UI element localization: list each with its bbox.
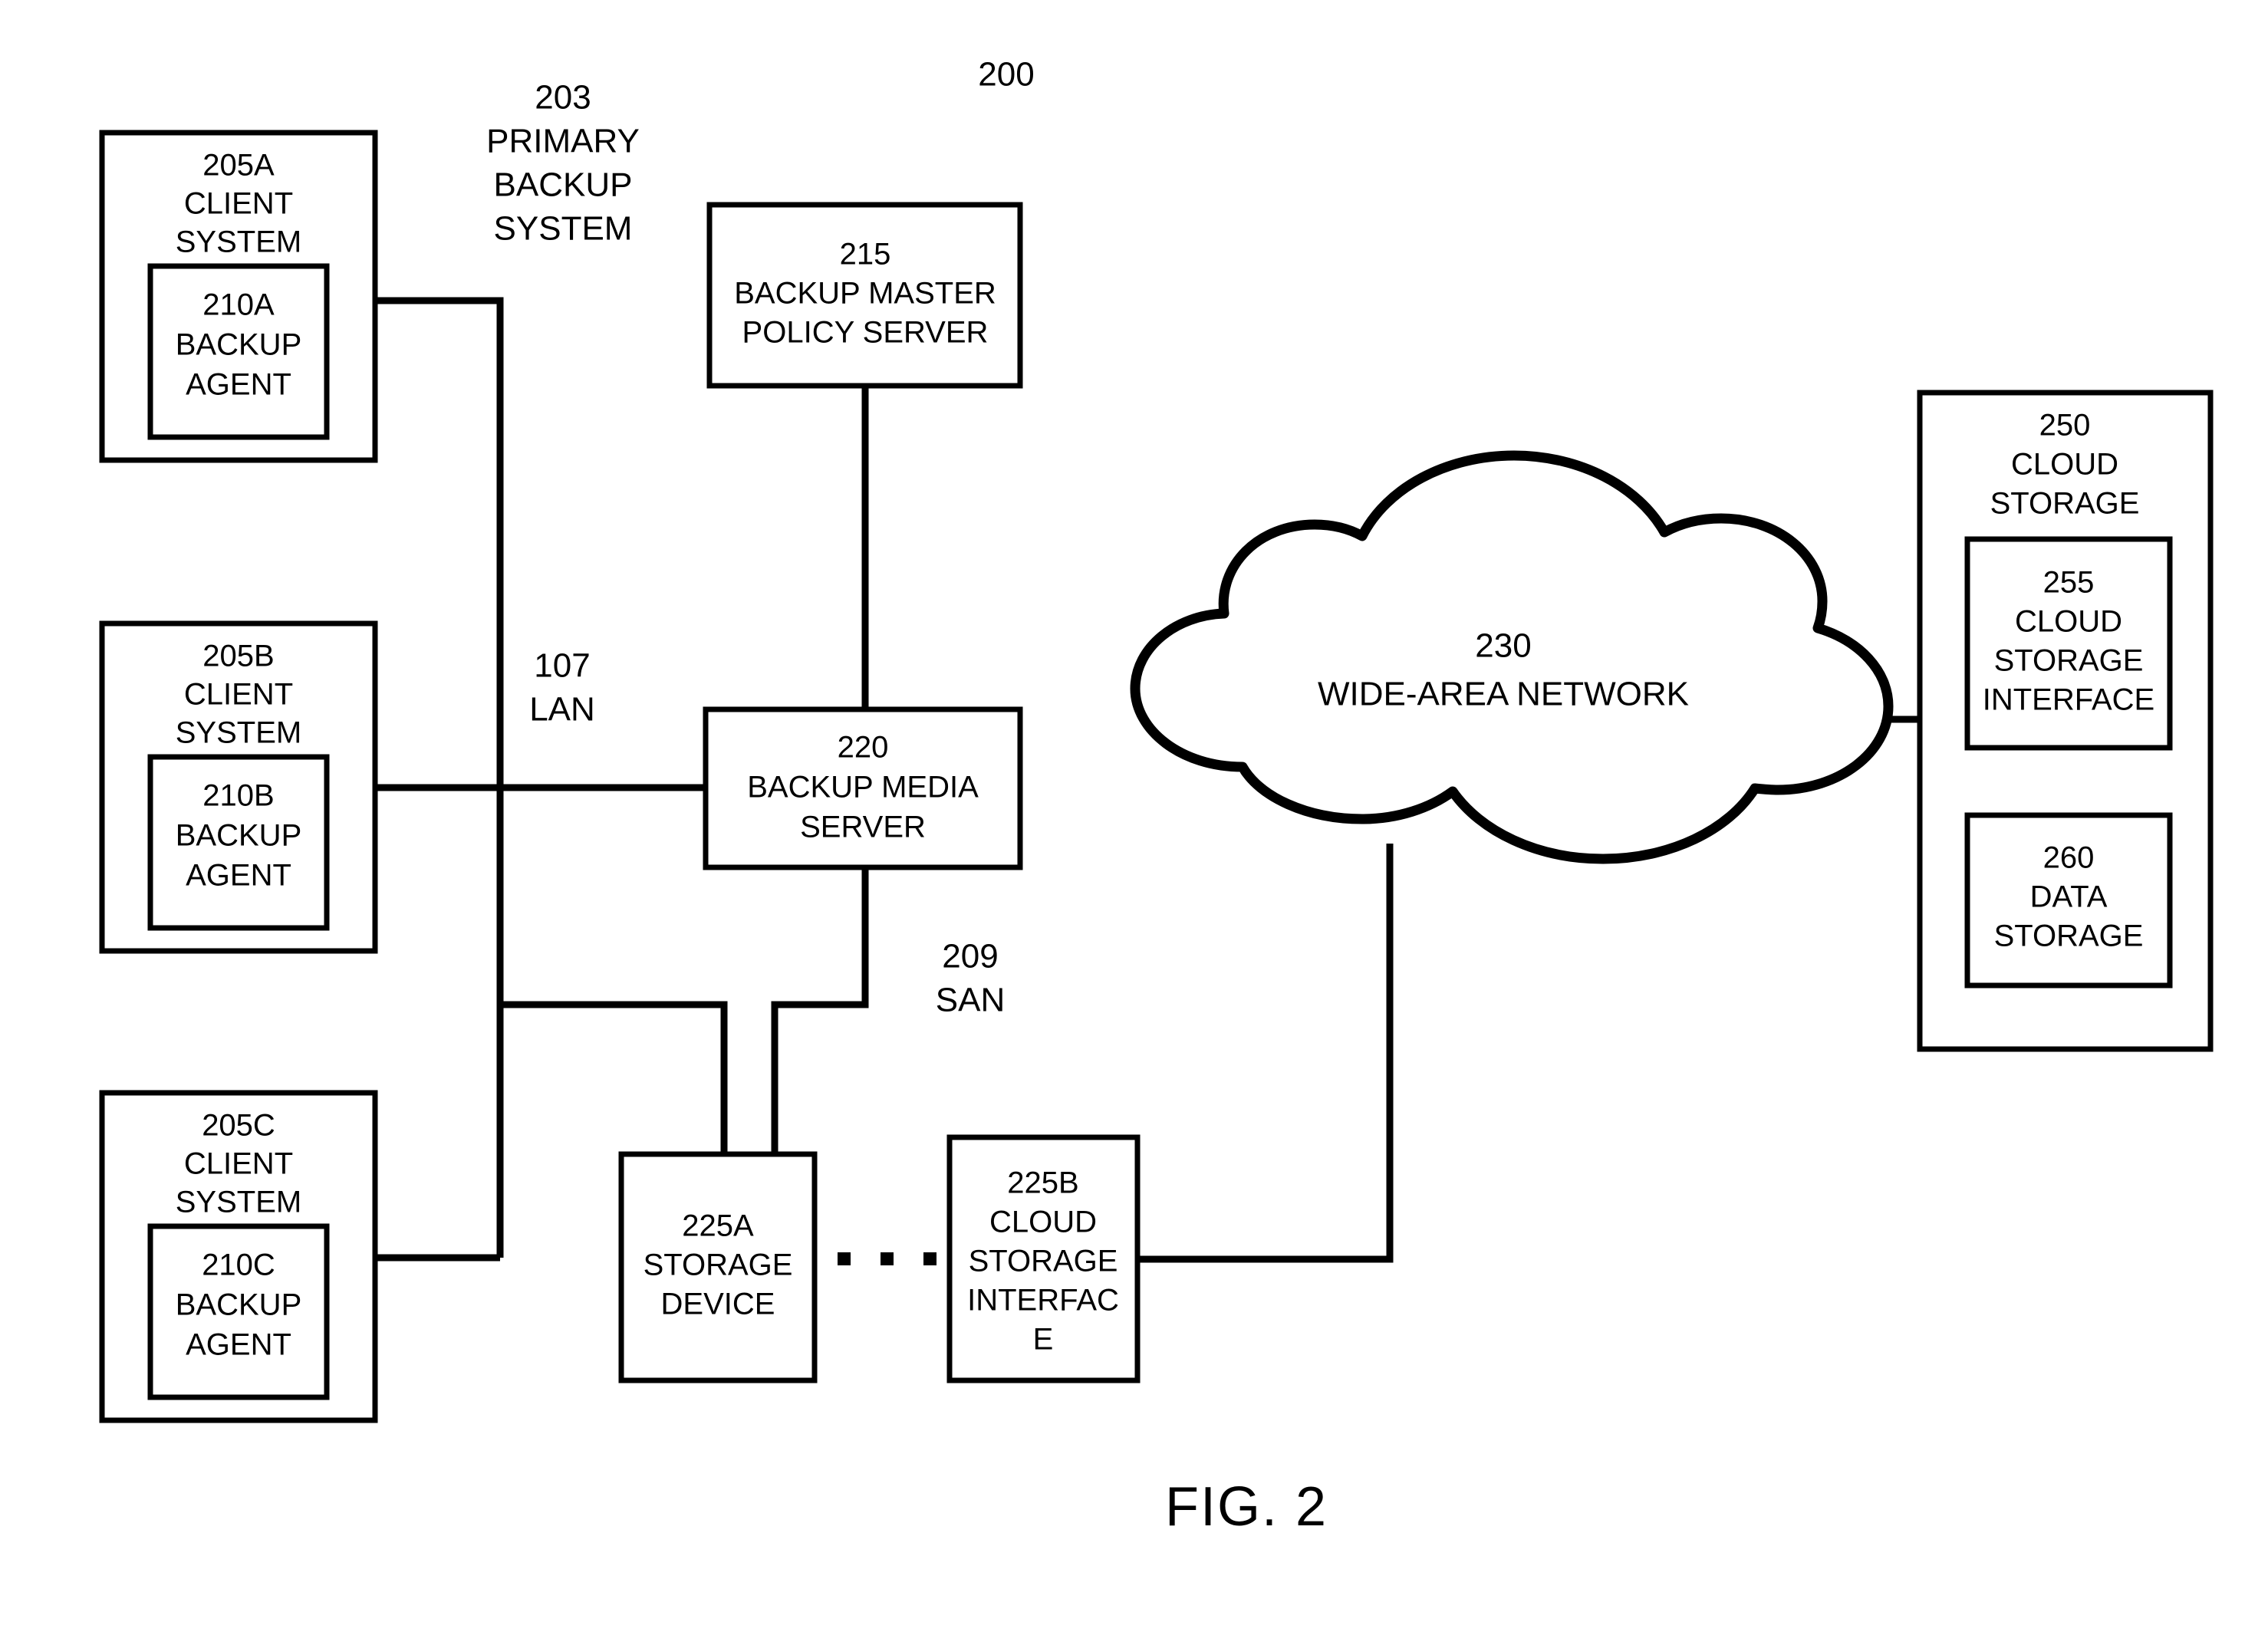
connector-client-a-to-lan [375, 297, 504, 1005]
csi-225b-line1: CLOUD [989, 1206, 1097, 1239]
backup-master-policy-server[interactable]: 215 BACKUP MASTER POLICY SERVER [706, 202, 1023, 389]
client-system-c-line2: SYSTEM [176, 1186, 301, 1219]
cloud-storage-line2: STORAGE [1990, 487, 2140, 521]
client-system-a[interactable]: 205A CLIENT SYSTEM 210A BACKUP AGENT [99, 130, 378, 463]
client-system-b-number: 205B [202, 640, 274, 673]
primary-backup-system-line3: SYSTEM [494, 210, 633, 248]
policy-server-line2: POLICY SERVER [742, 316, 989, 350]
primary-backup-system-number: 203 [535, 79, 591, 117]
backup-agent-a-number: 210A [202, 288, 275, 322]
csi-225b-line2: STORAGE [969, 1245, 1118, 1278]
connector-225b-to-wan [1137, 844, 1394, 1263]
policy-server-number: 215 [840, 238, 891, 271]
backup-agent-a-line2: AGENT [186, 368, 291, 402]
csi-225b-number: 225B [1007, 1166, 1078, 1200]
ellipsis-dot-3 [923, 1252, 936, 1265]
wan-number: 230 [1475, 627, 1531, 665]
client-system-c-line1: CLIENT [184, 1147, 293, 1181]
media-server-line1: BACKUP MEDIA [747, 771, 979, 804]
policy-server-line1: BACKUP MASTER [734, 277, 996, 311]
wide-area-network[interactable]: 230 WIDE-AREA NETWORK [1130, 450, 1894, 864]
diagram-svg: 205A CLIENT SYSTEM 210A BACKUP AGENT 205… [99, 56, 2214, 1538]
backup-agent-b-line1: BACKUP [176, 819, 302, 853]
backup-agent-a[interactable]: 210A BACKUP AGENT [147, 263, 330, 440]
ellipsis-dot-2 [881, 1252, 894, 1265]
backup-agent-c-line1: BACKUP [176, 1288, 302, 1322]
client-system-b-line1: CLIENT [184, 678, 293, 712]
backup-agent-b-number: 210B [202, 779, 274, 813]
csi-225b-line3: INTERFAC [967, 1284, 1119, 1318]
data-storage-number: 260 [2043, 841, 2095, 875]
csi-255-line2: STORAGE [1994, 644, 2144, 678]
storage-device-line2: DEVICE [661, 1288, 775, 1321]
data-storage-260[interactable]: 260 DATA STORAGE [1964, 812, 2173, 989]
backup-agent-c-number: 210C [202, 1248, 275, 1282]
client-system-a-line1: CLIENT [184, 187, 293, 221]
csi-255-number: 255 [2043, 566, 2095, 600]
data-storage-line1: DATA [2030, 880, 2108, 914]
san-name: SAN [936, 982, 1005, 1019]
backup-agent-b[interactable]: 210B BACKUP AGENT [147, 754, 330, 931]
client-system-c[interactable]: 205C CLIENT SYSTEM 210C BACKUP AGENT [99, 1090, 378, 1423]
backup-media-server[interactable]: 220 BACKUP MEDIA SERVER [703, 706, 1023, 870]
storage-device[interactable]: 225A STORAGE DEVICE [618, 1151, 818, 1383]
client-system-a-line2: SYSTEM [176, 225, 301, 259]
media-server-number: 220 [838, 731, 889, 765]
backup-agent-c-line2: AGENT [186, 1328, 291, 1362]
lan-number: 107 [534, 647, 590, 685]
san-number: 209 [942, 938, 998, 975]
connector-media-server-to-storage-device [771, 867, 869, 1154]
backup-agent-a-line1: BACKUP [176, 328, 302, 362]
lan-name: LAN [529, 691, 595, 729]
client-system-b[interactable]: 205B CLIENT SYSTEM 210B BACKUP AGENT [99, 620, 378, 954]
primary-backup-system-line1: PRIMARY [486, 123, 640, 160]
connector-lan-to-storage-device [500, 1001, 728, 1154]
storage-device-number: 225A [682, 1209, 754, 1243]
wan-name: WIDE-AREA NETWORK [1318, 676, 1689, 713]
cloud-storage-interface-255[interactable]: 255 CLOUD STORAGE INTERFACE [1964, 536, 2173, 751]
csi-225b-line4: E [1033, 1323, 1054, 1357]
backup-agent-b-line2: AGENT [186, 859, 291, 893]
ellipsis-dot-1 [838, 1252, 851, 1265]
cloud-storage-interface-225b[interactable]: 225B CLOUD STORAGE INTERFAC E [946, 1134, 1141, 1383]
figure-caption: FIG. 2 [1165, 1476, 1328, 1538]
data-storage-line2: STORAGE [1994, 919, 2144, 953]
primary-backup-system-line2: BACKUP [494, 166, 633, 204]
client-system-a-number: 205A [202, 149, 275, 183]
cloud-storage-line1: CLOUD [2011, 448, 2118, 482]
cloud-storage-number: 250 [2039, 409, 2091, 442]
storage-device-line1: STORAGE [644, 1248, 793, 1282]
csi-255-line1: CLOUD [2015, 605, 2122, 639]
cloud-storage[interactable]: 250 CLOUD STORAGE 255 CLOUD STORAGE INTE… [1917, 390, 2214, 1052]
client-system-c-number: 205C [202, 1109, 275, 1143]
backup-agent-c[interactable]: 210C BACKUP AGENT [147, 1223, 330, 1400]
csi-255-line3: INTERFACE [1983, 683, 2154, 717]
media-server-line2: SERVER [800, 811, 926, 844]
figure-system-number: 200 [978, 56, 1034, 94]
figure-canvas: 205A CLIENT SYSTEM 210A BACKUP AGENT 205… [0, 0, 2268, 1635]
client-system-b-line2: SYSTEM [176, 716, 301, 750]
ellipsis-dots [838, 1252, 936, 1265]
